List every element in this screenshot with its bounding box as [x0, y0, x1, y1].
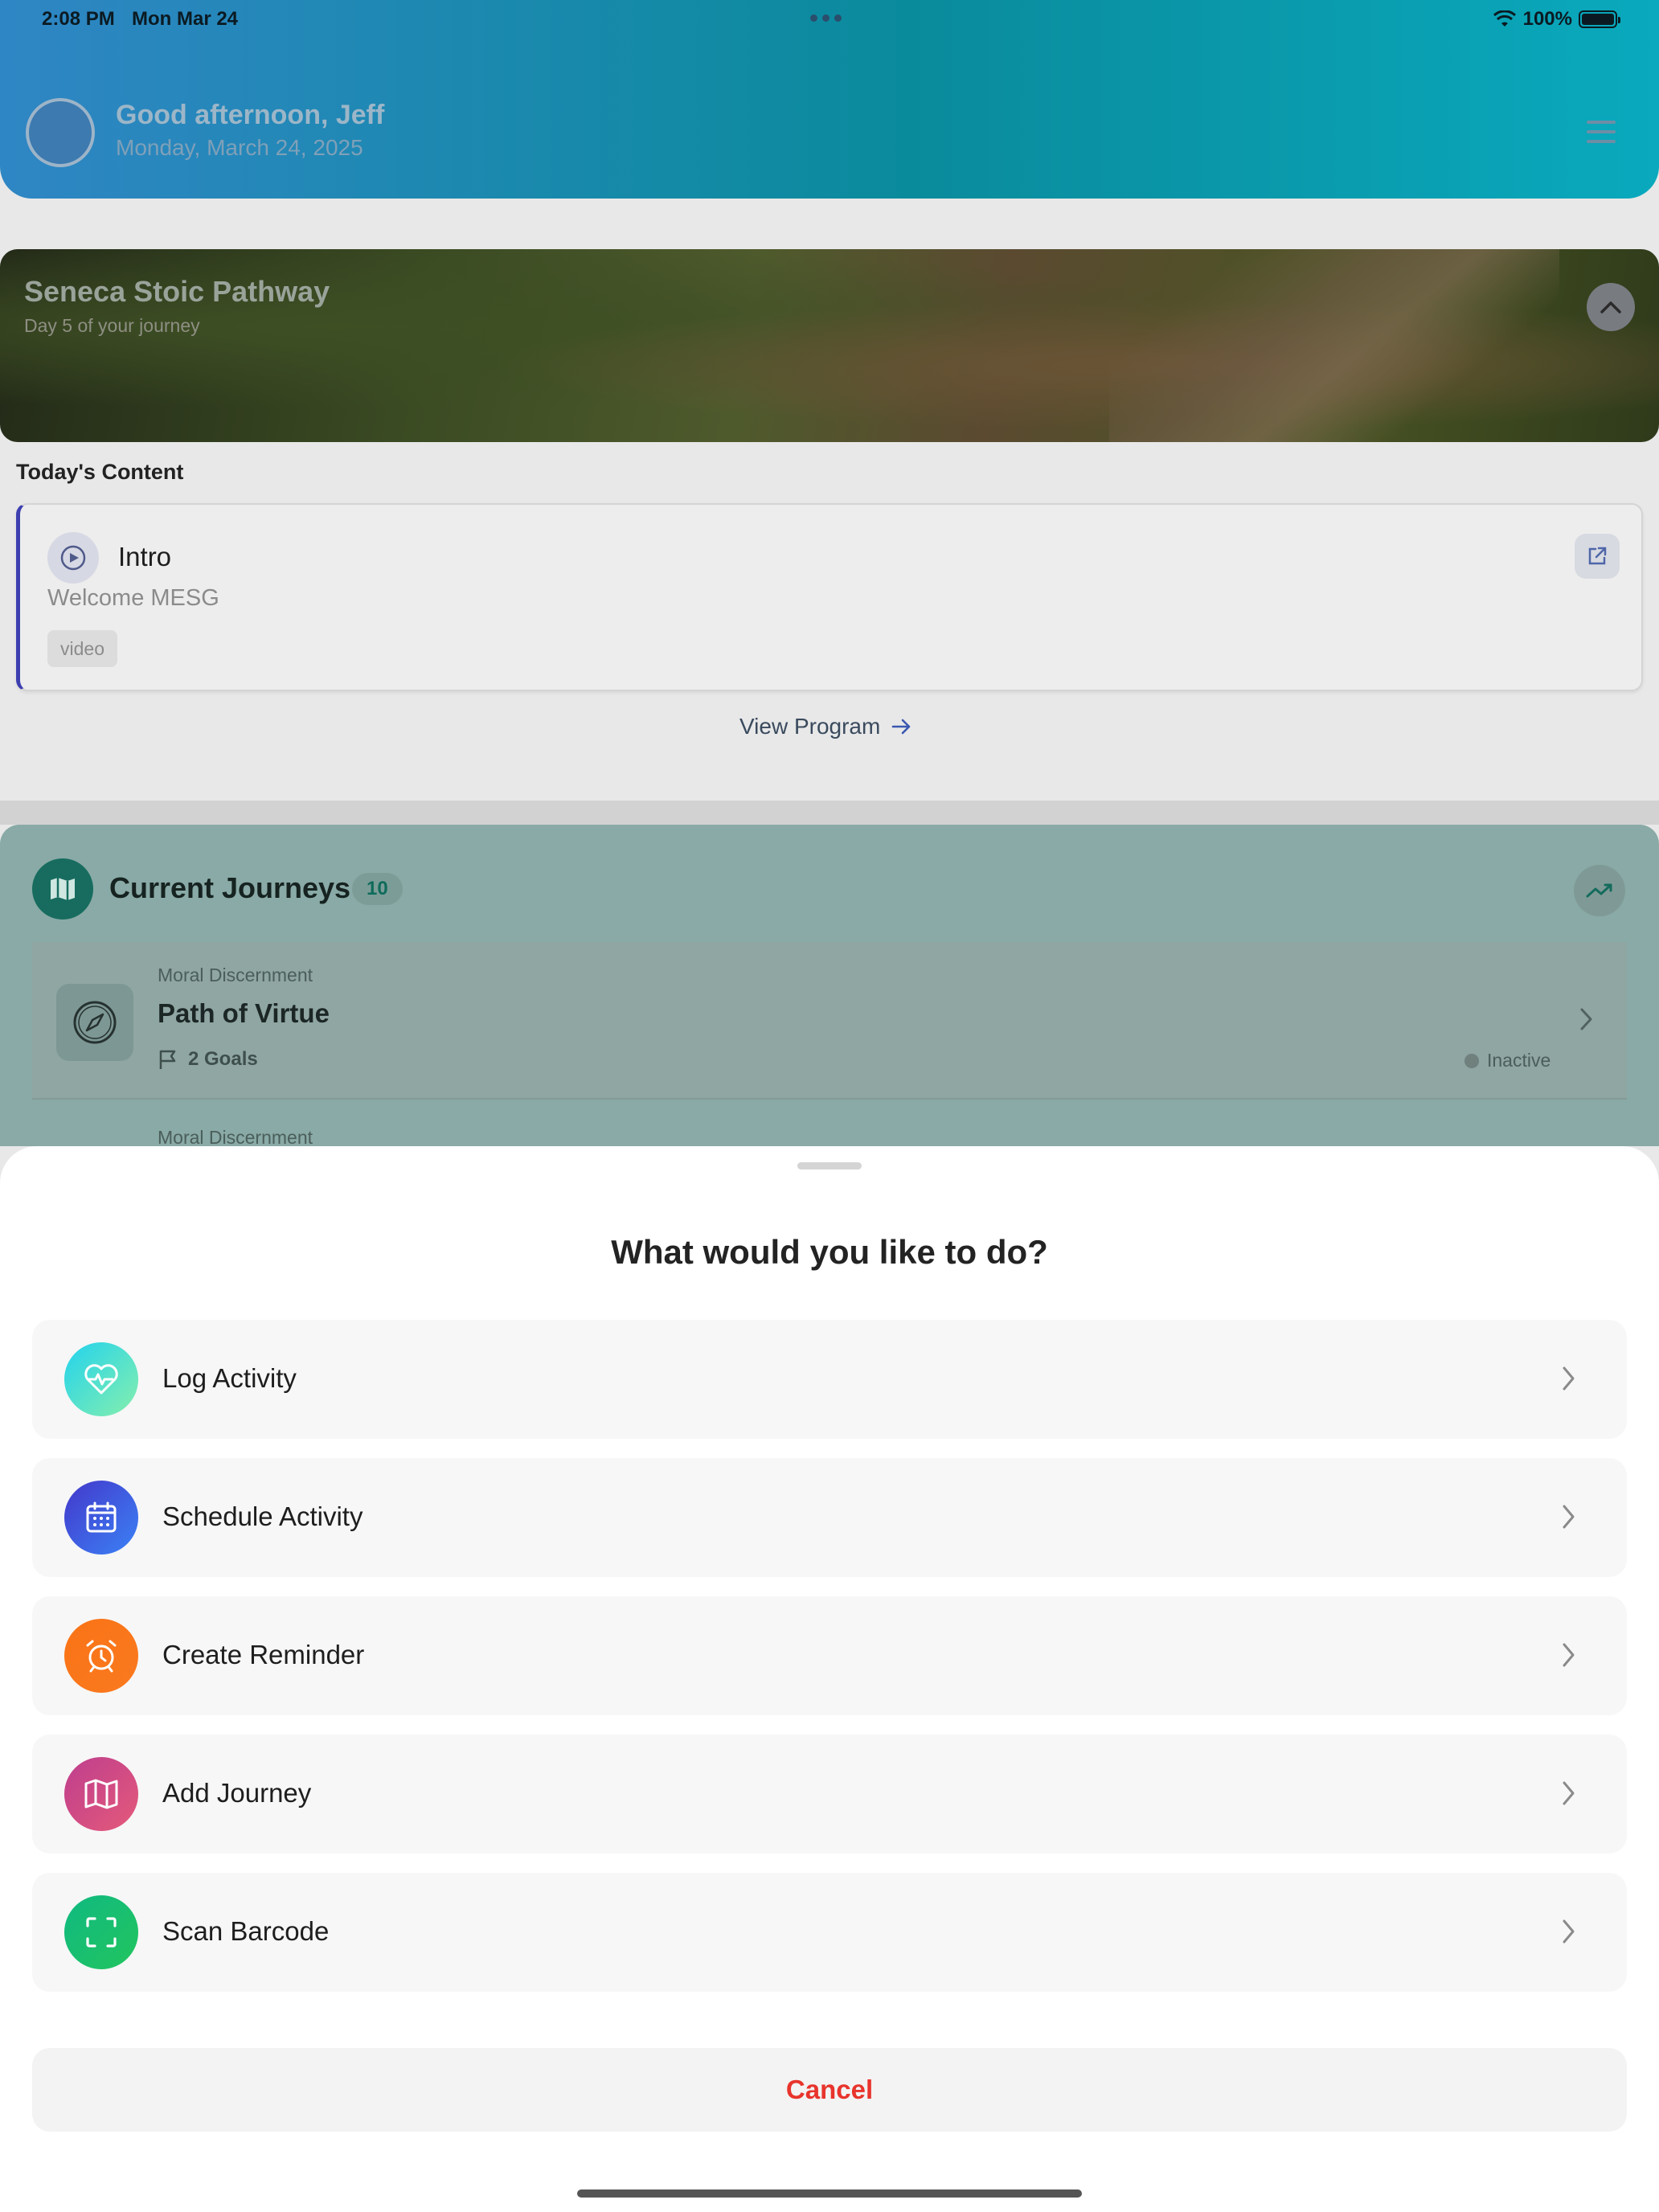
trending-up-icon[interactable] — [1574, 865, 1625, 916]
status-time: 2:08 PM — [42, 8, 115, 30]
content-subtitle: Welcome MESG — [47, 585, 219, 611]
status-right: 100% — [1493, 8, 1620, 31]
status-dot — [1464, 1053, 1479, 1068]
map-icon — [32, 858, 93, 920]
journey-row[interactable]: Moral Discernment Path of Virtue 2 Goals… — [32, 942, 1627, 1100]
app-header: 2:08 PM Mon Mar 24 100% Good afternoon, … — [0, 0, 1659, 199]
view-program-link[interactable]: View Program — [739, 714, 912, 739]
schedule-activity-label: Schedule Activity — [162, 1501, 363, 1531]
journey-goals-label: 2 Goals — [188, 1048, 258, 1070]
chevron-right-icon — [1563, 1366, 1575, 1391]
avatar[interactable] — [26, 98, 95, 167]
banner-image — [1109, 249, 1559, 442]
scan-icon — [64, 1895, 138, 1969]
flag-icon — [159, 1050, 176, 1069]
section-divider — [0, 801, 1659, 825]
multitasking-dots-icon[interactable] — [810, 14, 842, 22]
map-icon — [64, 1757, 138, 1831]
journey-status: Inactive — [1464, 1050, 1550, 1071]
journey-status-label: Inactive — [1487, 1050, 1551, 1071]
status-bar: 2:08 PM Mon Mar 24 100% — [0, 6, 1659, 39]
hamburger-menu-icon[interactable] — [1583, 117, 1619, 146]
external-link-icon[interactable] — [1575, 534, 1620, 579]
scan-barcode-button[interactable]: Scan Barcode — [32, 1873, 1627, 1992]
view-program-label: View Program — [739, 714, 881, 739]
journey-goals: 2 Goals — [158, 1048, 258, 1071]
play-circle-icon — [47, 532, 99, 584]
header-date: Monday, March 24, 2025 — [116, 135, 363, 160]
scan-barcode-label: Scan Barcode — [162, 1916, 330, 1946]
sheet-title: What would you like to do? — [611, 1233, 1048, 1271]
arrow-right-icon — [892, 719, 911, 735]
current-journeys-section: Current Journeys 10 Moral Discernment Pa… — [0, 825, 1659, 1148]
content-card[interactable]: Intro Welcome MESG video — [16, 503, 1643, 691]
journey-name: Path of Virtue — [158, 998, 330, 1028]
alarm-clock-icon — [64, 1619, 138, 1693]
create-reminder-button[interactable]: Create Reminder — [32, 1596, 1627, 1715]
add-journey-button[interactable]: Add Journey — [32, 1735, 1627, 1854]
chevron-up-icon — [1600, 301, 1621, 313]
content-title: Intro — [118, 542, 172, 571]
action-sheet: What would you like to do? Log Activity … — [0, 1146, 1659, 2212]
todays-content-heading: Today's Content — [16, 460, 184, 484]
create-reminder-label: Create Reminder — [162, 1640, 365, 1669]
collapse-button[interactable] — [1587, 283, 1635, 331]
log-activity-label: Log Activity — [162, 1363, 297, 1393]
add-journey-label: Add Journey — [162, 1778, 312, 1808]
log-activity-button[interactable]: Log Activity — [32, 1320, 1627, 1439]
journeys-title: Current Journeys — [109, 871, 351, 904]
wifi-icon — [1493, 10, 1516, 27]
calendar-icon — [64, 1481, 138, 1555]
sheet-grabber[interactable] — [797, 1162, 862, 1169]
cancel-button[interactable]: Cancel — [32, 2048, 1627, 2132]
battery-icon — [1579, 10, 1620, 28]
chevron-right-icon — [1563, 1919, 1575, 1944]
chevron-right-icon — [1563, 1505, 1575, 1529]
battery-percent: 100% — [1522, 8, 1572, 30]
program-day: Day 5 of your journey — [24, 315, 200, 336]
schedule-activity-button[interactable]: Schedule Activity — [32, 1458, 1627, 1577]
journey-category: Moral Discernment — [158, 965, 313, 985]
program-banner[interactable]: Seneca Stoic Pathway Day 5 of your journ… — [0, 249, 1659, 442]
greeting: Good afternoon, Jeff — [116, 100, 385, 130]
journey-category-next: Moral Discernment — [158, 1127, 313, 1148]
chevron-right-icon — [1580, 1008, 1592, 1030]
chevron-right-icon — [1563, 1643, 1575, 1667]
content-type-tag: video — [47, 630, 117, 667]
journeys-count-badge: 10 — [352, 873, 403, 905]
compass-icon — [56, 984, 133, 1061]
heart-pulse-icon — [64, 1342, 138, 1416]
chevron-right-icon — [1563, 1781, 1575, 1805]
home-indicator[interactable] — [577, 2189, 1082, 2198]
status-date: Mon Mar 24 — [132, 8, 239, 30]
program-title: Seneca Stoic Pathway — [24, 275, 330, 308]
